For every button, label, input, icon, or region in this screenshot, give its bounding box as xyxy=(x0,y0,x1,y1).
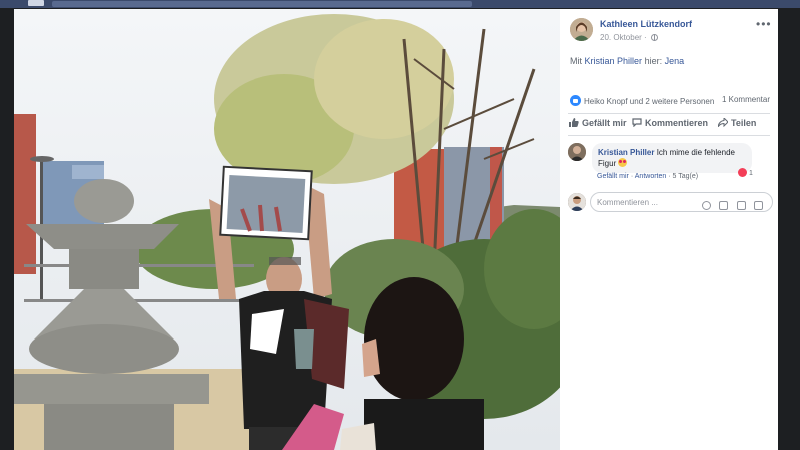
comment-label: Kommentieren xyxy=(645,118,709,128)
more-options-icon[interactable]: ••• xyxy=(756,17,772,31)
post-meta: 20. Oktober · xyxy=(600,33,658,42)
comment-reply-link[interactable]: Antworten xyxy=(635,173,667,180)
share-button[interactable]: Teilen xyxy=(718,118,756,128)
post-date[interactable]: 20. Oktober xyxy=(600,33,642,42)
tagged-person[interactable]: Kristian Philler xyxy=(585,56,643,66)
with-prefix: Mit xyxy=(570,56,582,66)
comments-count[interactable]: 1 Kommentar xyxy=(722,95,770,104)
globe-icon[interactable] xyxy=(650,34,658,41)
commenter-avatar-image xyxy=(568,143,586,161)
camera-icon[interactable] xyxy=(719,201,729,210)
comment-button[interactable]: Kommentieren xyxy=(632,118,708,128)
heart-eyes-emoji-icon xyxy=(618,158,628,167)
facebook-logo-icon[interactable] xyxy=(28,0,44,6)
tag-line: Mit Kristian Philler hier: Jena xyxy=(570,56,684,66)
share-icon xyxy=(718,118,728,127)
post-author[interactable]: Kathleen Lützkendorf xyxy=(600,19,692,29)
author-avatar-image xyxy=(570,18,593,41)
photo-scene xyxy=(14,9,560,450)
search-bar[interactable] xyxy=(52,1,472,7)
meta-separator: · xyxy=(644,33,647,42)
comment-reaction-count: 1 xyxy=(749,170,753,177)
comment-bubble: Kristian Philler Ich mime die fehlende F… xyxy=(592,143,752,173)
sticker-icon[interactable] xyxy=(754,201,764,210)
share-label: Teilen xyxy=(731,118,757,128)
comment-input-tools xyxy=(702,197,767,210)
comment-reaction[interactable]: 1 xyxy=(738,168,753,177)
like-button[interactable]: Gefällt mir xyxy=(569,118,627,128)
comment-actions: Gefällt mir · Antworten · 5 Tag(e) xyxy=(597,173,698,180)
commenter-avatar[interactable] xyxy=(568,143,586,161)
current-user-avatar-image xyxy=(568,193,586,211)
current-user-avatar[interactable] xyxy=(568,193,586,211)
thumbs-up-icon xyxy=(569,118,579,127)
gif-icon[interactable] xyxy=(736,201,746,210)
comment-icon xyxy=(632,118,642,127)
top-nav-bar xyxy=(0,0,800,8)
comment-author[interactable]: Kristian Philler xyxy=(598,148,654,157)
like-label: Gefällt mir xyxy=(582,118,627,128)
post-sidebar: Kathleen Lützkendorf 20. Oktober · ••• M… xyxy=(560,9,778,450)
love-reaction-icon xyxy=(738,168,747,177)
post-photo[interactable] xyxy=(14,9,560,450)
comment-like-link[interactable]: Gefällt mir xyxy=(597,173,629,180)
location-link[interactable]: Jena xyxy=(665,56,685,66)
like-reaction-icon xyxy=(570,95,581,106)
comment-action-separator: · xyxy=(668,173,671,180)
comment-action-separator: · xyxy=(630,173,634,180)
location-prefix: hier: xyxy=(644,56,663,66)
emoji-icon[interactable] xyxy=(702,201,711,210)
reaction-summary[interactable]: Heiko Knopf und 2 weitere Personen xyxy=(570,95,714,107)
divider xyxy=(568,135,770,136)
comment-age[interactable]: 5 Tag(e) xyxy=(673,173,699,180)
reaction-names: Heiko Knopf und 2 weitere Personen xyxy=(584,97,715,106)
divider xyxy=(568,113,770,114)
author-avatar[interactable] xyxy=(570,18,593,41)
